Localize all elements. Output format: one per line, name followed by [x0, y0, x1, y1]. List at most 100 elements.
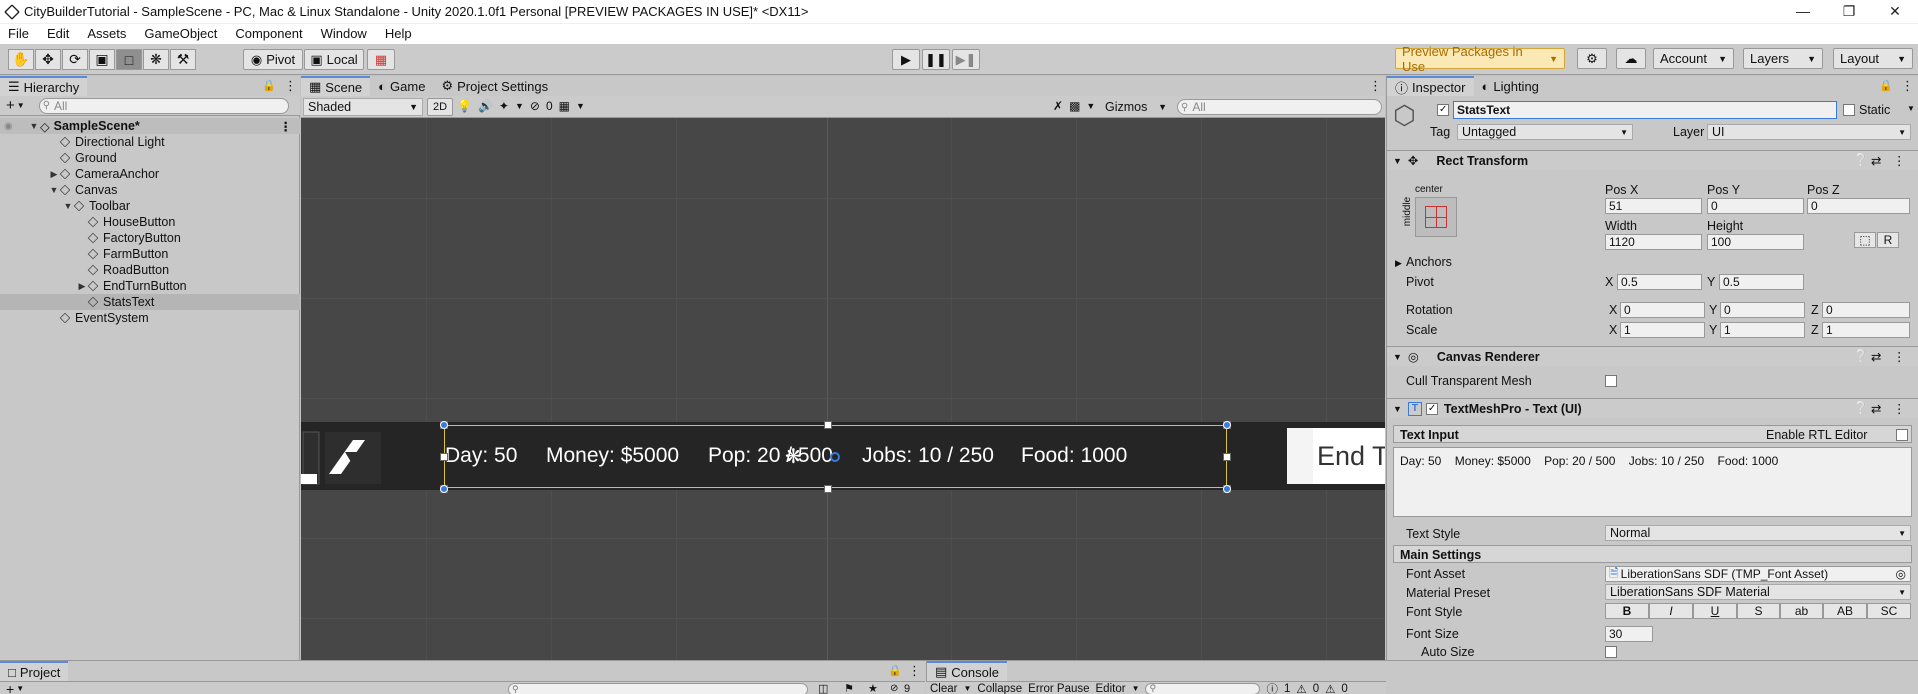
tab-scene[interactable]: ▦ Scene [301, 76, 371, 96]
text-input-area[interactable]: Day: 50 Money: $5000 Pop: 20 / 500 Jobs:… [1393, 447, 1912, 517]
tools-icon[interactable]: ✗ [1053, 99, 1063, 113]
rot-x-field[interactable]: 0 [1620, 302, 1705, 318]
anchor-handle[interactable] [440, 485, 448, 493]
scene-viewport[interactable]: Day: 50 Money: $5000 Pop: 20 / 500 Jobs:… [301, 118, 1385, 660]
font-style-lowercase-button[interactable]: ab [1780, 603, 1823, 619]
console-search-input[interactable]: ⚲ [1145, 682, 1261, 694]
visibility-icon[interactable]: ◉ [4, 121, 28, 132]
rect-transform-header[interactable]: ▼ ✥ Rect Transform ❔ ⇄ ⋮ [1387, 150, 1918, 170]
auto-size-checkbox[interactable] [1605, 646, 1617, 658]
account-dropdown[interactable]: Account ▼ [1653, 48, 1734, 69]
more-icon[interactable]: ⋮ [1901, 78, 1914, 94]
hierarchy-search-input[interactable]: ⚲ All [38, 97, 289, 114]
tab-console[interactable]: ▤ Console [927, 661, 1007, 681]
grid-snap-icon[interactable]: ▦ [367, 49, 395, 70]
tab-project[interactable]: □ Project [0, 661, 69, 681]
more-icon[interactable]: ⋮ [284, 78, 297, 94]
console-error-pause-button[interactable]: Error Pause [1028, 683, 1089, 694]
menu-edit[interactable]: Edit [47, 24, 69, 44]
chevron-down-icon[interactable]: ▼ [576, 101, 585, 111]
error-count-icon[interactable]: ⚠ [1325, 682, 1335, 694]
console-editor-dropdown[interactable]: Editor [1096, 683, 1126, 694]
layer-dropdown[interactable]: UI ▼ [1707, 124, 1911, 140]
canvas-renderer-header[interactable]: ▼ ◎ Canvas Renderer ❔ ⇄ ⋮ [1387, 346, 1918, 366]
cloud-icon[interactable]: ☁ [1616, 48, 1646, 69]
play-button[interactable]: ▶ [892, 49, 920, 70]
gizmos-dropdown[interactable]: Gizmos ▼ [1101, 98, 1171, 116]
expand-arrow-icon[interactable]: ▼ [48, 185, 60, 195]
preview-packages-button[interactable]: Preview Packages in Use ▼ [1395, 44, 1565, 74]
favorite-icon[interactable]: ★ [868, 682, 878, 694]
pivot-x-field[interactable]: 0.5 [1617, 274, 1702, 290]
font-style-italic-button[interactable]: I [1649, 603, 1693, 619]
more-icon[interactable]: ⋮ [1893, 153, 1906, 168]
font-style-uppercase-button[interactable]: AB [1823, 603, 1867, 619]
list-item[interactable]: ▶ CameraAnchor [0, 166, 300, 182]
expand-arrow-icon[interactable]: ▼ [1393, 156, 1402, 166]
menu-component[interactable]: Component [235, 24, 302, 44]
preset-icon[interactable]: ⇄ [1871, 153, 1881, 168]
list-item[interactable]: RoadButton [0, 262, 300, 278]
lock-icon[interactable]: 🔒 [262, 79, 276, 92]
pivot-button[interactable]: ◉ Pivot [243, 49, 303, 70]
hand-tool-icon[interactable]: ✋ [8, 49, 34, 70]
tmp-header[interactable]: ▼ T ✓ TextMeshPro - Text (UI) ❔ ⇄ ⋮ [1387, 398, 1918, 418]
move-tool-icon[interactable]: ✥ [35, 49, 61, 70]
expand-arrow-icon[interactable]: ▼ [62, 201, 74, 211]
scale-x-field[interactable]: 1 [1620, 322, 1705, 338]
scene-root-row[interactable]: ◉ ▼ ◇ SampleScene* ⋮ [0, 118, 300, 134]
font-style-bold-button[interactable]: B [1605, 603, 1649, 619]
expand-arrow-icon[interactable]: ▼ [28, 121, 40, 131]
preset-icon[interactable]: ⇄ [1871, 401, 1881, 416]
scene-search-input[interactable]: ⚲ All [1177, 99, 1382, 115]
layers-dropdown[interactable]: Layers ▼ [1743, 48, 1823, 69]
more-icon[interactable]: ⋮ [1369, 78, 1382, 94]
font-size-field[interactable]: 30 [1605, 626, 1653, 642]
expand-arrow-icon[interactable]: ▶ [48, 169, 60, 180]
tag-dropdown[interactable]: Untagged ▼ [1457, 124, 1633, 140]
chevron-down-icon[interactable]: ▼ [1907, 104, 1915, 113]
maximize-icon[interactable]: ❐ [1826, 0, 1872, 24]
light-icon[interactable]: 💡 [457, 99, 472, 113]
transform-tool-icon[interactable]: ❋ [143, 49, 169, 70]
project-search-input[interactable]: ⚲ [508, 683, 808, 694]
list-item[interactable]: EventSystem [0, 310, 300, 326]
font-style-underline-button[interactable]: U [1693, 603, 1737, 619]
hidden-objects-icon[interactable]: ⊘ [530, 99, 540, 113]
custom-tool-icon[interactable]: ⚒ [170, 49, 196, 70]
tmp-enabled-checkbox[interactable]: ✓ [1425, 402, 1438, 415]
label-icon[interactable]: ⚑ [844, 682, 854, 694]
tab-lighting[interactable]: ◐ Lighting [1474, 76, 1547, 96]
pause-button[interactable]: ❚❚ [922, 49, 950, 70]
minimize-icon[interactable]: — [1780, 0, 1826, 24]
close-icon[interactable]: ✕ [1872, 0, 1918, 24]
shading-dropdown[interactable]: Shaded ▼ [303, 98, 423, 116]
more-icon[interactable]: ⋮ [280, 119, 293, 134]
preset-icon[interactable]: ⇄ [1871, 349, 1881, 364]
height-field[interactable]: 100 [1707, 234, 1804, 250]
info-count-icon[interactable]: ⓘ [1266, 681, 1278, 694]
layout-dropdown[interactable]: Layout ▼ [1833, 48, 1913, 69]
chevron-down-icon[interactable]: ▼ [515, 101, 524, 111]
add-icon[interactable]: + [6, 97, 15, 114]
text-style-dropdown[interactable]: Normal ▼ [1605, 525, 1911, 541]
more-icon[interactable]: ⋮ [1893, 401, 1906, 416]
anchor-handle[interactable] [1223, 485, 1231, 493]
menu-help[interactable]: Help [385, 24, 412, 44]
resize-handle[interactable] [1223, 453, 1231, 461]
font-style-strike-button[interactable]: S [1737, 603, 1780, 619]
expand-arrow-icon[interactable]: ▼ [1393, 352, 1402, 362]
hidden-packages-icon[interactable]: ⊘ [890, 683, 898, 694]
audio-icon[interactable]: 🔊 [478, 99, 493, 113]
effects-icon[interactable]: ✦ [499, 99, 509, 113]
font-style-smallcaps-button[interactable]: SC [1867, 603, 1911, 619]
list-item[interactable]: StatsText [0, 294, 300, 310]
camera-icon[interactable]: ▩ [1069, 99, 1080, 113]
chevron-down-icon[interactable]: ▼ [1132, 684, 1140, 693]
anchor-handle[interactable] [440, 421, 448, 429]
menu-gameobject[interactable]: GameObject [144, 24, 217, 44]
local-button[interactable]: ▣ Local [304, 49, 364, 70]
menu-file[interactable]: File [8, 24, 29, 44]
step-button[interactable]: ▶❚ [952, 49, 980, 70]
help-icon[interactable]: ❔ [1853, 153, 1869, 168]
